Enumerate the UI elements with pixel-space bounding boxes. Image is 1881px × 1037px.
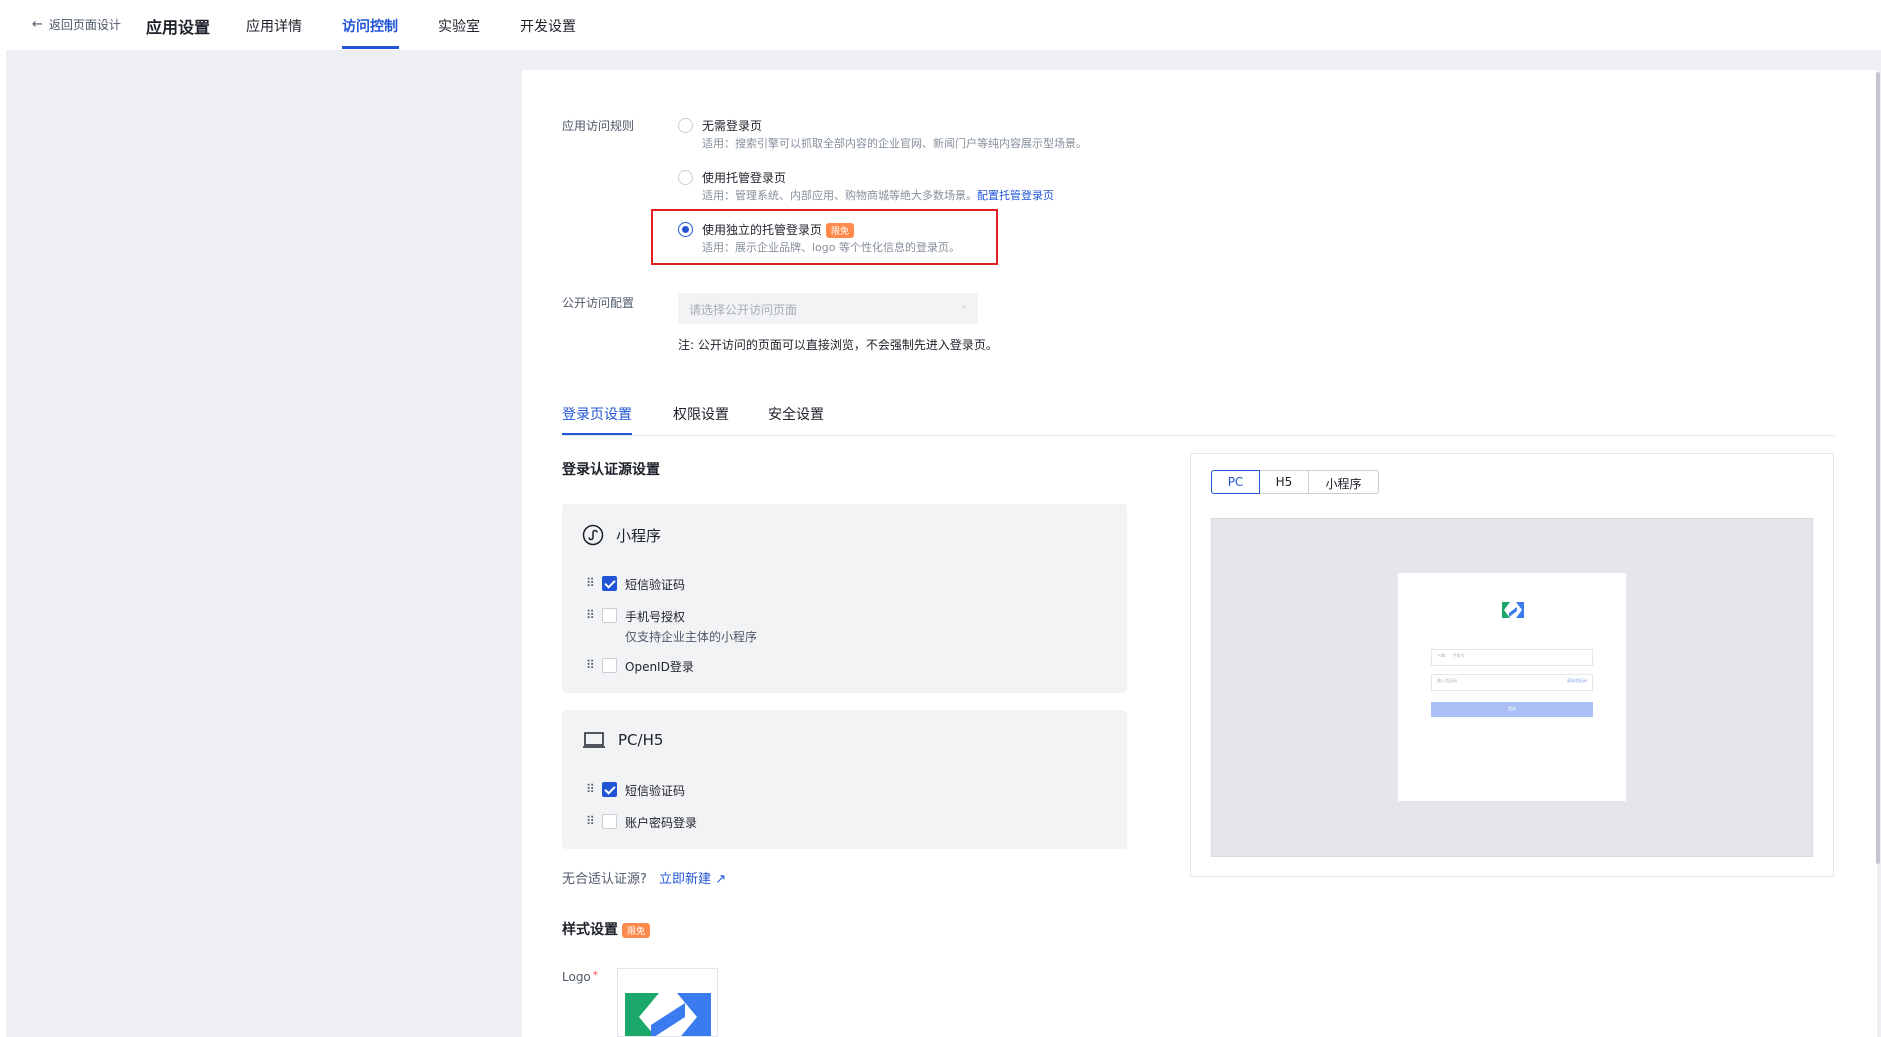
- phone-auth-text: 手机号授权 仅支持企业主体的小程序: [625, 608, 757, 645]
- auth-source-hint: 无合适认证源? 立即新建 ↗: [562, 868, 726, 887]
- miniprogram-panel: 小程序 ⠿ 短信验证码 ⠿ 手机号授权 仅支持企业主体的小程序 ⠿ OpenID…: [562, 504, 1127, 693]
- logo-upload[interactable]: [617, 968, 718, 1037]
- brand-logo-icon: [625, 993, 711, 1036]
- active-tab-indicator: [342, 46, 399, 49]
- create-now-link[interactable]: 立即新建 ↗: [659, 872, 726, 887]
- pc-h5-header: PC/H5: [582, 730, 663, 750]
- app-title: 应用设置: [146, 18, 211, 37]
- device-switch: PC H5 小程序: [1211, 470, 1379, 494]
- drag-handle-icon[interactable]: ⠿: [586, 782, 595, 796]
- selection-highlight: [651, 209, 998, 265]
- drag-handle-icon[interactable]: ⠿: [586, 658, 595, 672]
- drag-handle-icon[interactable]: ⠿: [586, 608, 595, 622]
- subtabs-divider: [562, 435, 1835, 436]
- miniprogram-icon: [582, 524, 604, 546]
- segment-miniprogram[interactable]: 小程序: [1309, 470, 1379, 494]
- option-hosted-login-title: 使用托管登录页: [702, 171, 787, 185]
- tab-access-control[interactable]: 访问控制: [342, 16, 398, 36]
- mini-login-card: +86 手机号 输入验证码 获取验证码 登录: [1398, 573, 1626, 801]
- option-no-login-title: 无需登录页: [702, 119, 763, 133]
- pc-h5-title: PC/H5: [618, 731, 664, 749]
- segment-h5[interactable]: H5: [1260, 470, 1309, 494]
- miniprogram-title: 小程序: [616, 526, 662, 545]
- tab-dev-settings[interactable]: 开发设置: [520, 16, 576, 36]
- segment-pc[interactable]: PC: [1211, 470, 1260, 494]
- top-nav: ← 返回页面设计 应用设置 应用详情 访问控制 实验室 开发设置: [0, 0, 1881, 50]
- back-to-page-design[interactable]: ← 返回页面设计: [32, 16, 121, 33]
- drag-handle-icon[interactable]: ⠿: [586, 576, 595, 590]
- logo-field-label: Logo *: [562, 970, 598, 984]
- list-item: ⠿ 手机号授权 仅支持企业主体的小程序: [586, 608, 757, 645]
- preview-stage: +86 手机号 输入验证码 获取验证码 登录: [1211, 518, 1813, 857]
- login-preview: PC H5 小程序 +86 手机号 输入验证码 获取验证码 登录: [1190, 453, 1834, 877]
- required-mark: *: [592, 970, 598, 981]
- pc-sms-code-checkbox[interactable]: [602, 782, 617, 797]
- option-hosted-login-desc-text: 适用：管理系统、内部应用、购物商城等绝大多数场景。: [702, 189, 977, 202]
- tab-lab[interactable]: 实验室: [438, 16, 480, 36]
- hint-text: 无合适认证源?: [562, 872, 647, 887]
- mini-code-placeholder: 输入验证码: [1437, 678, 1457, 683]
- logo-label: Logo: [562, 970, 591, 984]
- list-item: ⠿ OpenID登录: [586, 658, 694, 675]
- mini-code-input: 输入验证码 获取验证码: [1431, 674, 1593, 691]
- account-password-label: 账户密码登录: [625, 816, 698, 830]
- free-badge: 限免: [622, 922, 651, 938]
- public-page-select[interactable]: 请选择公开访问页面 ⌄: [678, 293, 978, 324]
- list-item: ⠿ 短信验证码: [586, 576, 685, 593]
- configure-hosted-login-link[interactable]: 配置托管登录页: [977, 189, 1054, 202]
- list-item: ⠿ 账户密码登录: [586, 814, 697, 831]
- phone-auth-label: 手机号授权: [625, 610, 686, 624]
- auth-source-title: 登录认证源设置: [562, 462, 660, 478]
- create-now-label: 立即新建: [659, 872, 712, 887]
- external-link-icon: ↗: [715, 872, 727, 887]
- style-settings-label: 样式设置: [562, 922, 618, 938]
- access-rule-label: 应用访问规则: [562, 119, 635, 133]
- mini-phone-input: +86 手机号: [1431, 649, 1593, 666]
- mini-phone-placeholder: 手机号: [1452, 653, 1465, 658]
- public-page-placeholder: 请选择公开访问页面: [689, 303, 798, 317]
- option-hosted-login-desc: 适用：管理系统、内部应用、购物商城等绝大多数场景。配置托管登录页: [702, 187, 1054, 203]
- public-access-label: 公开访问配置: [562, 296, 635, 310]
- public-access-note: 注: 公开访问的页面可以直接浏览，不会强制先进入登录页。: [678, 338, 998, 352]
- radio-hosted-login[interactable]: [678, 170, 693, 185]
- laptop-icon: [583, 732, 605, 748]
- tab-permission-settings[interactable]: 权限设置: [673, 404, 729, 424]
- drag-handle-icon[interactable]: ⠿: [586, 814, 595, 828]
- arrow-left-icon: ←: [32, 17, 43, 32]
- sms-code-checkbox[interactable]: [602, 576, 617, 591]
- miniprogram-header: 小程序: [582, 524, 661, 546]
- radio-no-login[interactable]: [678, 118, 693, 133]
- phone-auth-checkbox[interactable]: [602, 608, 617, 623]
- tab-app-details[interactable]: 应用详情: [246, 16, 302, 36]
- tab-login-page-settings[interactable]: 登录页设置: [562, 404, 632, 424]
- brand-logo-icon: [1502, 602, 1524, 618]
- account-password-checkbox[interactable]: [602, 814, 617, 829]
- back-label: 返回页面设计: [48, 18, 121, 32]
- list-item: ⠿ 短信验证码: [586, 782, 685, 799]
- chevron-down-icon: ⌄: [959, 300, 968, 311]
- mini-login-button: 登录: [1431, 702, 1593, 717]
- mini-phone-prefix: +86: [1437, 653, 1446, 658]
- pc-sms-code-label: 短信验证码: [625, 784, 686, 798]
- openid-checkbox[interactable]: [602, 658, 617, 673]
- scrollbar[interactable]: [1876, 72, 1880, 864]
- phone-auth-sub: 仅支持企业主体的小程序: [625, 630, 758, 644]
- sms-code-label: 短信验证码: [625, 578, 686, 592]
- tab-security-settings[interactable]: 安全设置: [768, 404, 824, 424]
- option-no-login-desc: 适用：搜索引擎可以抓取全部内容的企业官网、新闻门户等纯内容展示型场景。: [702, 137, 1087, 150]
- active-subtab-indicator: [562, 433, 632, 435]
- style-settings-title: 样式设置 限免: [562, 919, 651, 939]
- pc-h5-panel: PC/H5 ⠿ 短信验证码 ⠿ 账户密码登录: [562, 710, 1127, 849]
- mini-code-button: 获取验证码: [1567, 678, 1587, 683]
- openid-label: OpenID登录: [625, 660, 694, 674]
